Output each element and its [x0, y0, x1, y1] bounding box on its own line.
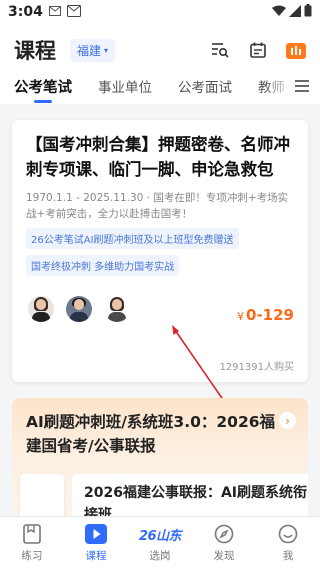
course-price: ¥0-129	[237, 306, 294, 324]
promo-title: AI刷题冲刺班/系统班3.0：2026福建国省考/公事联报	[26, 413, 276, 455]
course-tag: 国考终极冲刺 多维助力国考实战	[26, 255, 180, 276]
tabs-fade	[264, 76, 294, 102]
live-icon[interactable]	[286, 40, 306, 60]
nav-xuangang[interactable]: 26山东 选岗	[128, 517, 192, 568]
nav-label: 发现	[213, 550, 235, 562]
course-description: 1970.1.1 - 2025.11.30 · 国考在即！专项冲刺+考场实战+考…	[26, 192, 289, 220]
avatar	[28, 296, 54, 322]
nav-discover[interactable]: 发现	[192, 517, 256, 568]
nav-label: 练习	[21, 550, 43, 562]
region-label: 福建	[77, 43, 102, 58]
battery-icon	[304, 4, 312, 20]
signal-icon	[289, 4, 301, 20]
price-currency: ¥	[237, 310, 245, 323]
price-value: 0-129	[246, 306, 294, 324]
chevron-right-icon[interactable]: ›	[279, 412, 296, 429]
notification-icon	[48, 5, 61, 19]
tab-shiye-danwei[interactable]: 事业单位	[98, 76, 152, 96]
nav-me[interactable]: 我	[256, 517, 320, 568]
wifi-icon	[272, 5, 286, 20]
avatar	[66, 296, 92, 322]
practice-icon	[20, 523, 44, 545]
smile-icon	[276, 523, 300, 545]
26-shandong-logo: 26山东	[138, 528, 182, 544]
bottom-nav: 练习 课程 26山东 选岗 发现 我	[0, 516, 320, 568]
category-tabs: 公考笔试 事业单位 公考面试 教师	[0, 76, 320, 104]
course-play-icon	[84, 523, 108, 545]
mail-icon	[66, 4, 81, 20]
nav-label: 我	[282, 550, 294, 562]
calendar-icon[interactable]	[248, 40, 268, 60]
status-bar: 3:04	[0, 0, 320, 24]
course-card[interactable]: 【国考冲刺合集】押题密卷、名师冲刺专项课、临门一脚、申论急救包 1970.1.1…	[12, 120, 308, 382]
teacher-avatars	[28, 296, 130, 322]
avatar	[104, 296, 130, 322]
menu-icon[interactable]	[294, 78, 310, 92]
chevron-down-icon: ▾	[104, 45, 109, 55]
nav-label: 课程	[85, 550, 107, 562]
status-time: 3:04	[8, 4, 43, 20]
promo-card[interactable]: AI刷题冲刺班/系统班3.0：2026福建国省考/公事联报 › 2026福建公事…	[12, 398, 308, 528]
search-list-icon[interactable]	[210, 40, 230, 60]
page-title: 课程	[14, 39, 56, 63]
course-tag: 26公考笔试AI刷题冲刺班及以上班型免费赠送	[26, 228, 239, 249]
enrolled-count: 1291391人购买	[219, 362, 294, 373]
nav-course[interactable]: 课程	[64, 517, 128, 568]
nav-practice[interactable]: 练习	[0, 517, 64, 568]
page-header: 课程 福建 ▾	[0, 24, 320, 76]
region-selector[interactable]: 福建 ▾	[70, 38, 116, 62]
compass-icon	[212, 523, 236, 545]
course-title: 【国考冲刺合集】押题密卷、名师冲刺专项课、临门一脚、申论急救包	[26, 135, 290, 179]
nav-label: 选岗	[149, 550, 171, 562]
tab-gongkao-mianshi[interactable]: 公考面试	[178, 76, 232, 96]
tab-gongkao-bishi[interactable]: 公考笔试	[14, 76, 72, 97]
